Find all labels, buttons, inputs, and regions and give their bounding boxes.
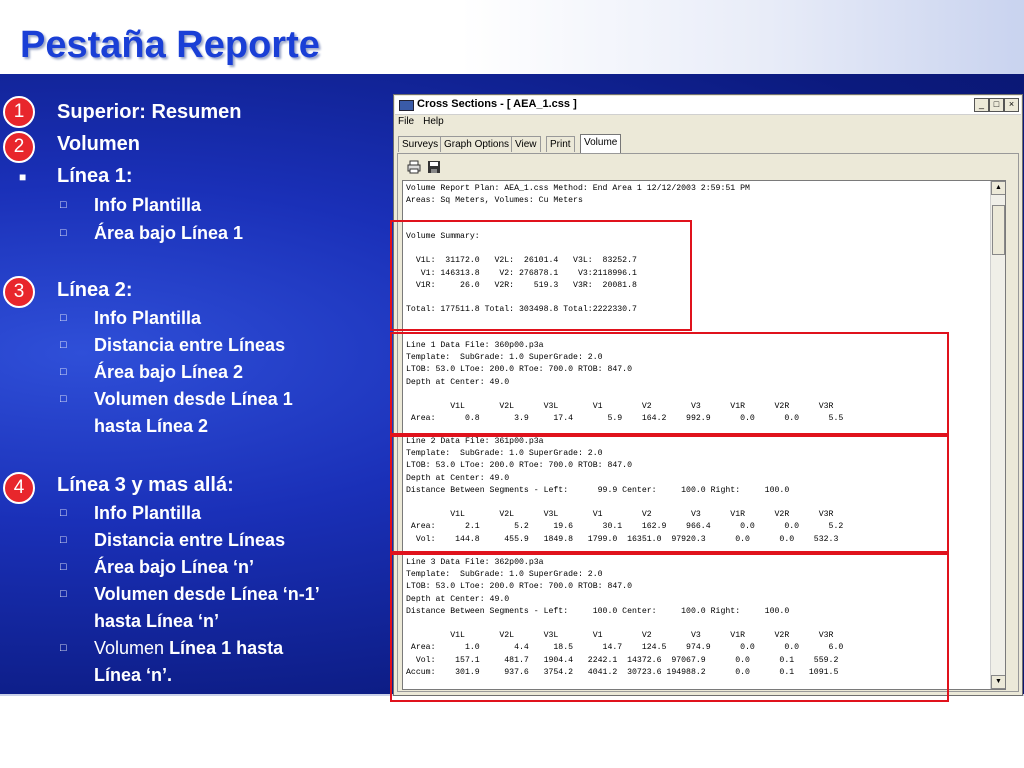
bullet-superior: Superior: Resumen [57,101,242,123]
slide-title: Pestaña Reporte [20,24,320,66]
square-outline-bullet-icon: □ [60,366,67,378]
bullet-volumen: Volumen [57,133,140,155]
menu-bar: File Help [398,116,453,127]
bullet-linea3-acum-normal: Volumen [94,638,170,658]
square-outline-bullet-icon: □ [60,312,67,324]
bullet-linea3: Línea 3 y mas allá: [57,474,234,496]
square-outline-bullet-icon: □ [60,642,67,654]
marker-2: 2 [3,131,35,163]
minimize-icon[interactable]: _ [974,98,989,112]
square-outline-bullet-icon: □ [60,561,67,573]
bullet-linea3-acum-cont: Línea ‘n’. [94,665,173,685]
bullet-linea3-acum-bold: Línea 1 hasta [169,638,284,658]
marker-4: 4 [3,472,35,504]
bullet-linea3-volumen-cont: hasta Línea ‘n’ [94,611,220,631]
highlight-box-line1 [390,332,949,435]
scroll-down-icon[interactable]: ▼ [991,675,1005,689]
window-title: Cross Sections - [ AEA_1.css ] [417,98,577,110]
tab-graph-options[interactable]: Graph Options [440,136,514,152]
tab-print[interactable]: Print [546,136,575,152]
tab-volume[interactable]: Volume [580,134,622,153]
tab-surveys[interactable]: Surveys [398,136,443,152]
bullet-linea2-volumen-cont: hasta Línea 2 [94,416,209,436]
highlight-box-summary [390,220,692,331]
report-header: Volume Report Plan: AEA_1.css Method: En… [406,184,750,206]
vertical-scrollbar[interactable]: ▲ ▼ [990,181,1005,689]
bullet-linea2: Línea 2: [57,279,133,301]
square-outline-bullet-icon: □ [60,393,67,405]
square-outline-bullet-icon: □ [60,227,67,239]
printer-icon[interactable] [406,160,422,176]
bullet-linea2-area: Área bajo Línea 2 [94,362,244,382]
bullet-linea3-distancia: Distancia entre Líneas [94,530,286,550]
bullet-linea2-info: Info Plantilla [94,308,202,328]
bullet-linea1-area: Área bajo Línea 1 [94,223,244,243]
close-icon[interactable]: × [1004,98,1019,112]
maximize-icon[interactable]: □ [989,98,1004,112]
highlight-box-line2 [390,435,949,553]
bullet-linea3-volumen: Volumen desde Línea ‘n-1’ [94,584,320,604]
bullet-linea3-acum: Volumen Línea 1 hasta [94,638,283,659]
bullet-linea3-area: Área bajo Línea ‘n’ [94,557,255,577]
square-outline-bullet-icon: □ [60,534,67,546]
bullet-linea2-distancia: Distancia entre Líneas [94,335,286,355]
scroll-thumb[interactable] [992,205,1005,255]
app-icon [399,100,414,111]
menu-help[interactable]: Help [423,116,444,127]
marker-1: 1 [3,96,35,128]
marker-3: 3 [3,276,35,308]
menu-file[interactable]: File [398,116,414,127]
square-outline-bullet-icon: □ [60,588,67,600]
highlight-box-line3 [390,553,949,702]
save-disk-icon[interactable] [426,160,442,176]
square-bullet-icon: ■ [19,170,27,184]
square-outline-bullet-icon: □ [60,507,67,519]
square-outline-bullet-icon: □ [60,199,67,211]
bullet-linea1: Línea 1: [57,165,133,187]
tab-view[interactable]: View [511,136,541,152]
bullet-linea2-volumen: Volumen desde Línea 1 [94,389,293,409]
bullet-linea3-info: Info Plantilla [94,503,202,523]
window-titlebar[interactable]: Cross Sections - [ AEA_1.css ] _ □ × [395,96,1021,115]
bullet-linea1-info: Info Plantilla [94,195,202,215]
scroll-up-icon[interactable]: ▲ [991,181,1005,195]
square-outline-bullet-icon: □ [60,339,67,351]
